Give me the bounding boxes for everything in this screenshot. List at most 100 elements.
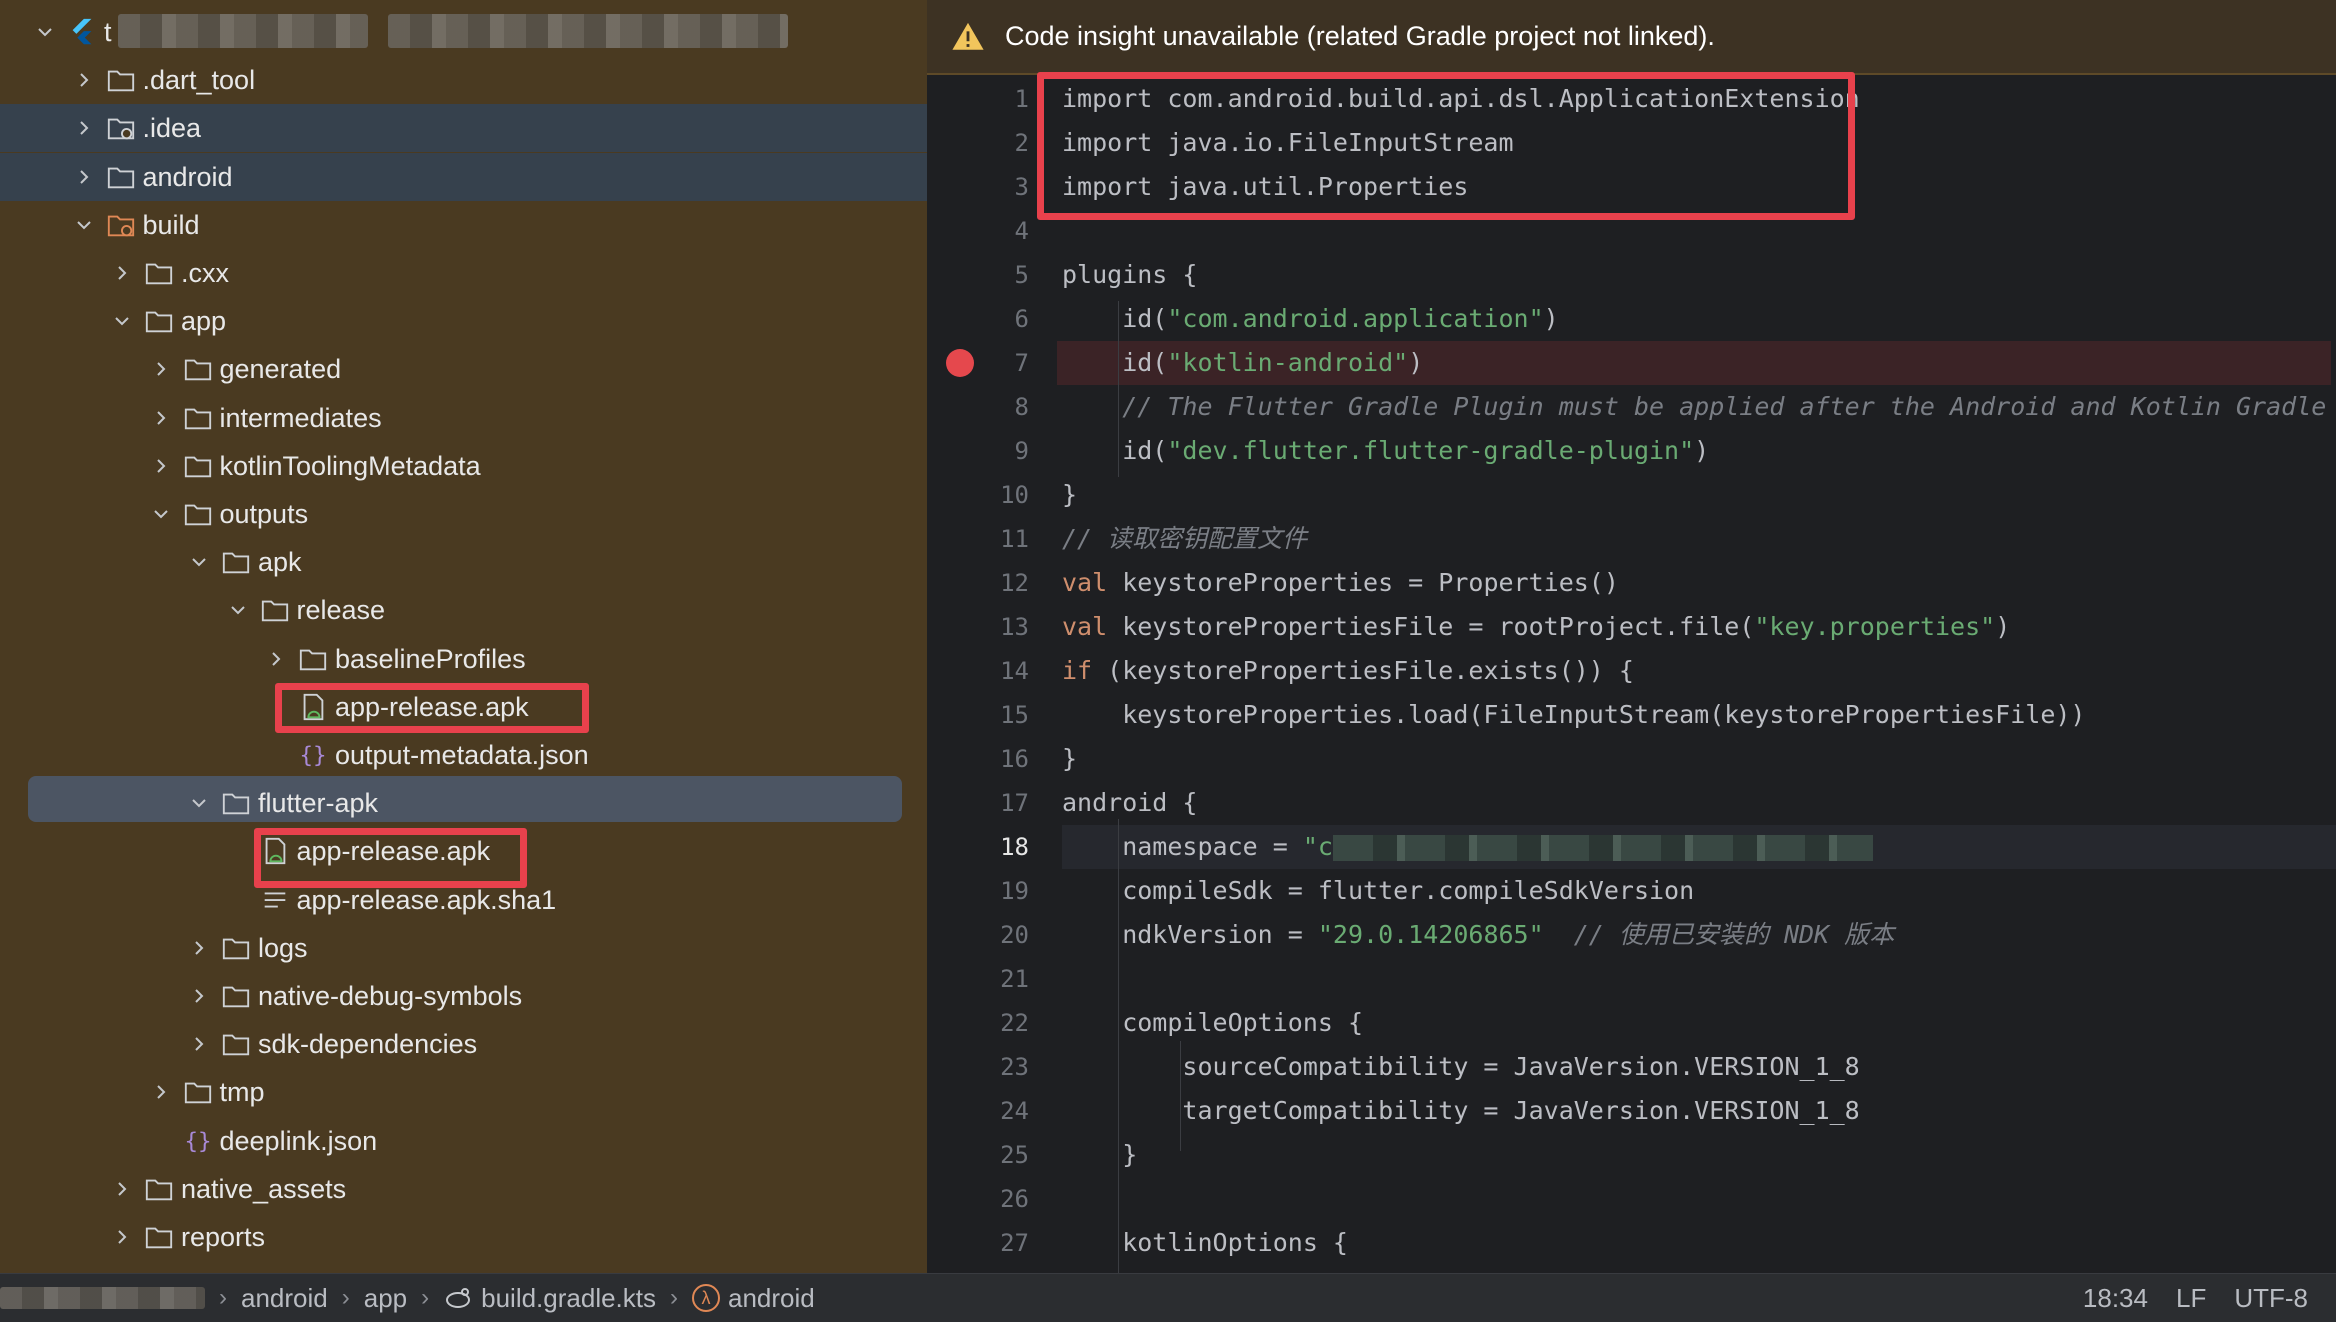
line-number[interactable]: 20: [969, 913, 1029, 957]
code-line[interactable]: [1062, 1177, 2336, 1221]
tree-row[interactable]: outputs: [0, 490, 927, 538]
code-line[interactable]: id("kotlin-android"): [1057, 341, 2331, 385]
tree-row[interactable]: .idea: [0, 104, 927, 153]
chevron-right-icon[interactable]: [69, 113, 99, 143]
code-line[interactable]: android {: [1062, 781, 2336, 825]
breadcrumb-item[interactable]: build.gradle.kts: [443, 1283, 656, 1314]
chevron-right-icon[interactable]: [69, 162, 99, 192]
code-line[interactable]: keystoreProperties.load(FileInputStream(…: [1062, 693, 2336, 737]
tree-row[interactable]: {} deeplink.json: [0, 1117, 927, 1165]
tree-row[interactable]: intermediates: [0, 394, 927, 442]
chevron-right-icon[interactable]: [69, 65, 99, 95]
tree-row[interactable]: kotlinToolingMetadata: [0, 442, 927, 490]
line-number[interactable]: 7: [969, 341, 1029, 385]
line-number[interactable]: 18: [969, 825, 1029, 869]
code-line[interactable]: }: [1062, 473, 2336, 517]
tree-row[interactable]: release: [0, 586, 927, 634]
line-number[interactable]: 27: [969, 1221, 1029, 1265]
chevron-down-icon[interactable]: [107, 306, 137, 336]
line-number[interactable]: 17: [969, 781, 1029, 825]
breadcrumb-item[interactable]: app: [364, 1283, 407, 1314]
line-number[interactable]: 4: [969, 209, 1029, 253]
line-number[interactable]: 26: [969, 1177, 1029, 1221]
tree-row[interactable]: sdk-dependencies: [0, 1020, 927, 1068]
chevron-right-icon[interactable]: [107, 258, 137, 288]
code-line[interactable]: import java.io.FileInputStream: [1062, 121, 2336, 165]
chevron-right-icon[interactable]: [184, 981, 214, 1011]
line-number[interactable]: 22: [969, 1001, 1029, 1045]
line-number[interactable]: 11: [969, 517, 1029, 561]
chevron-right-icon[interactable]: [184, 933, 214, 963]
chevron-down-icon[interactable]: [223, 595, 253, 625]
chevron-right-icon[interactable]: [146, 451, 176, 481]
file-encoding[interactable]: UTF-8: [2234, 1283, 2308, 1314]
chevron-down-icon[interactable]: [184, 788, 214, 818]
tree-row[interactable]: android: [0, 152, 927, 201]
line-number[interactable]: 19: [969, 869, 1029, 913]
breakpoint-icon[interactable]: [946, 349, 974, 377]
code-line[interactable]: }: [1062, 737, 2336, 781]
line-number[interactable]: 24: [969, 1089, 1029, 1133]
code-line[interactable]: sourceCompatibility = JavaVersion.VERSIO…: [1062, 1045, 2336, 1089]
line-number[interactable]: 1: [969, 77, 1029, 121]
chevron-right-icon[interactable]: [107, 1174, 137, 1204]
line-number[interactable]: 10: [969, 473, 1029, 517]
code-line[interactable]: plugins {: [1062, 253, 2336, 297]
tree-row[interactable]: app-release.apk: [0, 827, 927, 875]
chevron-down-icon[interactable]: [69, 210, 99, 240]
line-ending[interactable]: LF: [2176, 1283, 2206, 1314]
code-line[interactable]: [1062, 957, 2336, 1001]
code-line[interactable]: compileSdk = flutter.compileSdkVersion: [1062, 869, 2336, 913]
tree-row[interactable]: apk: [0, 538, 927, 586]
tree-row[interactable]: logs: [0, 924, 927, 972]
code-line[interactable]: if (keystorePropertiesFile.exists()) {: [1062, 649, 2336, 693]
tree-row[interactable]: {} output-metadata.json: [0, 731, 927, 779]
code-line[interactable]: // 读取密钥配置文件: [1062, 517, 2336, 561]
tree-row[interactable]: flutter-apk: [0, 779, 927, 827]
code-line[interactable]: import java.util.Properties: [1062, 165, 2336, 209]
line-number[interactable]: 3: [969, 165, 1029, 209]
line-number[interactable]: 21: [969, 957, 1029, 1001]
breadcrumb-item[interactable]: android: [241, 1283, 328, 1314]
line-number[interactable]: 25: [969, 1133, 1029, 1177]
line-number[interactable]: 12: [969, 561, 1029, 605]
code-line[interactable]: val keystoreProperties = Properties(): [1062, 561, 2336, 605]
tree-row[interactable]: reports: [0, 1213, 927, 1261]
code-line[interactable]: [1062, 209, 2336, 253]
code-line[interactable]: import com.android.build.api.dsl.Applica…: [1062, 77, 2336, 121]
code-line[interactable]: targetCompatibility = JavaVersion.VERSIO…: [1062, 1089, 2336, 1133]
line-number[interactable]: 6: [969, 297, 1029, 341]
chevron-right-icon[interactable]: [107, 1222, 137, 1252]
line-number-gutter[interactable]: 1 2 3 4 5 6 7 8 9 10 11 12 13 14 15 16 17 18 19 20 21 22 23 24 2…: [927, 77, 1057, 1273]
line-number[interactable]: 9: [969, 429, 1029, 473]
line-number[interactable]: 14: [969, 649, 1029, 693]
code-editor[interactable]: Code insight unavailable (related Gradle…: [927, 0, 2336, 1273]
chevron-right-icon[interactable]: [261, 644, 291, 674]
tree-row[interactable]: native_assets: [0, 1165, 927, 1213]
tree-row[interactable]: app-release.apk.sha1: [0, 876, 927, 924]
tree-row[interactable]: baselineProfiles: [0, 635, 927, 683]
line-number[interactable]: 16: [969, 737, 1029, 781]
chevron-right-icon[interactable]: [146, 1077, 176, 1107]
code-line[interactable]: namespace = "c: [1062, 825, 2336, 869]
code-line[interactable]: id("dev.flutter.flutter-gradle-plugin"): [1062, 429, 2336, 473]
code-line[interactable]: }: [1062, 1133, 2336, 1177]
line-number[interactable]: 2: [969, 121, 1029, 165]
line-number[interactable]: 8: [969, 385, 1029, 429]
code-line[interactable]: val keystorePropertiesFile = rootProject…: [1062, 605, 2336, 649]
line-number[interactable]: 15: [969, 693, 1029, 737]
line-number[interactable]: 5: [969, 253, 1029, 297]
tree-row[interactable]: .cxx: [0, 249, 927, 297]
code-line[interactable]: compileOptions {: [1062, 1001, 2336, 1045]
tree-row[interactable]: app: [0, 297, 927, 345]
tree-row[interactable]: build: [0, 201, 927, 249]
tree-row[interactable]: native-debug-symbols: [0, 972, 927, 1020]
chevron-down-icon[interactable]: [146, 499, 176, 529]
tree-row[interactable]: .dart_tool: [0, 56, 927, 104]
code-line[interactable]: kotlinOptions {: [1062, 1221, 2336, 1265]
line-number[interactable]: 23: [969, 1045, 1029, 1089]
chevron-right-icon[interactable]: [146, 354, 176, 384]
chevron-down-icon[interactable]: [184, 547, 214, 577]
code-line[interactable]: ndkVersion = "29.0.14206865" // 使用已安装的 N…: [1062, 913, 2336, 957]
tree-row[interactable]: app-release.apk: [0, 683, 927, 731]
